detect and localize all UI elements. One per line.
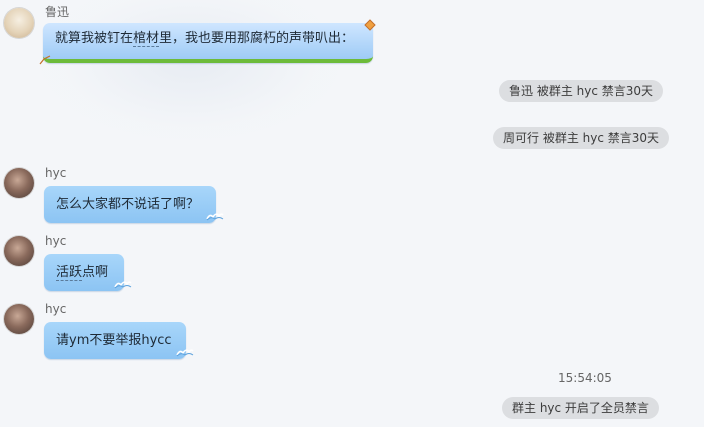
message-bubble-1[interactable]: 就算我被钉在棺材里，我也要用那腐朽的声带叭出： bbox=[39, 19, 376, 65]
message-bubble-3[interactable]: 活跃点啊 bbox=[44, 254, 132, 291]
system-notice: 周可行 被群主 hyc 禁言30天 bbox=[493, 127, 670, 149]
avatar-hyc[interactable] bbox=[4, 236, 34, 266]
message-text-part: 点啊 bbox=[82, 265, 109, 280]
message-text-part: 就算我被钉在 bbox=[55, 31, 134, 46]
system-notice: 群主 hyc 开启了全员禁言 bbox=[502, 397, 659, 419]
sender-name-hyc: hyc bbox=[45, 302, 67, 316]
message-text: 请ym不要举报hycc bbox=[56, 333, 172, 348]
wave-icon bbox=[114, 281, 132, 289]
avatar-luxun[interactable] bbox=[4, 8, 34, 38]
message-bubble-4[interactable]: 请ym不要举报hycc bbox=[44, 322, 194, 359]
message-text: 怎么大家都不说话了啊？ bbox=[56, 197, 200, 212]
message-bubble-2[interactable]: 怎么大家都不说话了啊？ bbox=[44, 186, 224, 223]
wave-icon bbox=[206, 213, 224, 221]
message-text-underlined[interactable]: 活跃 bbox=[56, 265, 83, 281]
wave-icon bbox=[176, 349, 194, 357]
message-text-part: 里，我也要用那腐朽的声带叭出： bbox=[159, 31, 355, 46]
system-notice: 鲁迅 被群主 hyc 禁言30天 bbox=[499, 80, 664, 102]
kite-tail-icon bbox=[39, 55, 51, 65]
sender-name-hyc: hyc bbox=[45, 166, 67, 180]
timestamp: 15:54:05 bbox=[558, 371, 612, 385]
message-text-underlined[interactable]: 棺材 bbox=[133, 31, 160, 47]
sender-name-hyc: hyc bbox=[45, 234, 67, 248]
kite-icon bbox=[364, 19, 376, 31]
avatar-hyc[interactable] bbox=[4, 168, 34, 198]
background-decoration bbox=[40, 0, 340, 140]
sender-name-luxun: 鲁迅 bbox=[45, 5, 70, 19]
avatar-hyc[interactable] bbox=[4, 304, 34, 334]
